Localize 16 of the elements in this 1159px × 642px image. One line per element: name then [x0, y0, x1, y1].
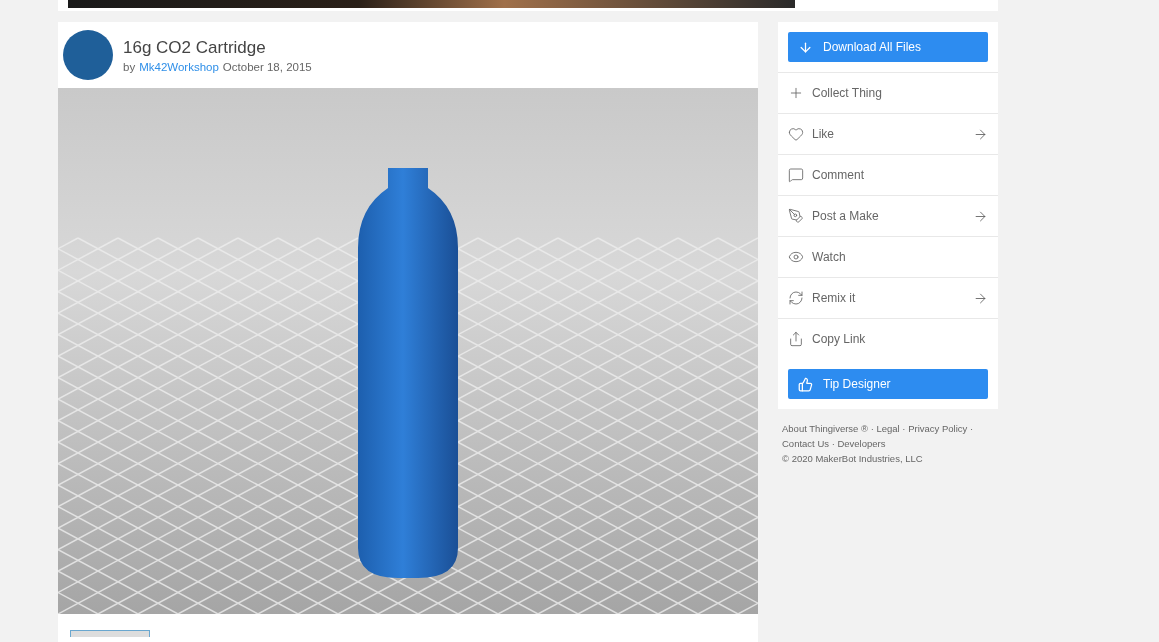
action-item[interactable]: Watch: [778, 236, 998, 277]
thing-title: 16g CO2 Cartridge: [123, 37, 267, 58]
action-item[interactable]: Comment: [778, 154, 998, 195]
action-item[interactable]: Like: [778, 113, 998, 154]
footer-links[interactable]: About Thingiverse ® · Legal · Privacy Policy ·: [782, 423, 998, 434]
action-item[interactable]: Remix it: [778, 277, 998, 318]
copyright: © 2020 MakerBot Industries, LLC: [782, 453, 924, 464]
action-item[interactable]: Collect Thing: [778, 72, 998, 113]
action-item[interactable]: Copy Link: [778, 318, 998, 359]
action-item[interactable]: Post a Make: [778, 195, 998, 236]
thing-date: October 18, 2015: [222, 60, 312, 73]
byline-label: by: [123, 60, 136, 73]
footer-links[interactable]: Contact Us · Developers: [782, 438, 998, 449]
action-button[interactable]: Tip Designer: [788, 369, 988, 399]
action-button[interactable]: Download All Files: [788, 32, 988, 62]
author-link[interactable]: Mk42Workshop: [139, 60, 219, 73]
